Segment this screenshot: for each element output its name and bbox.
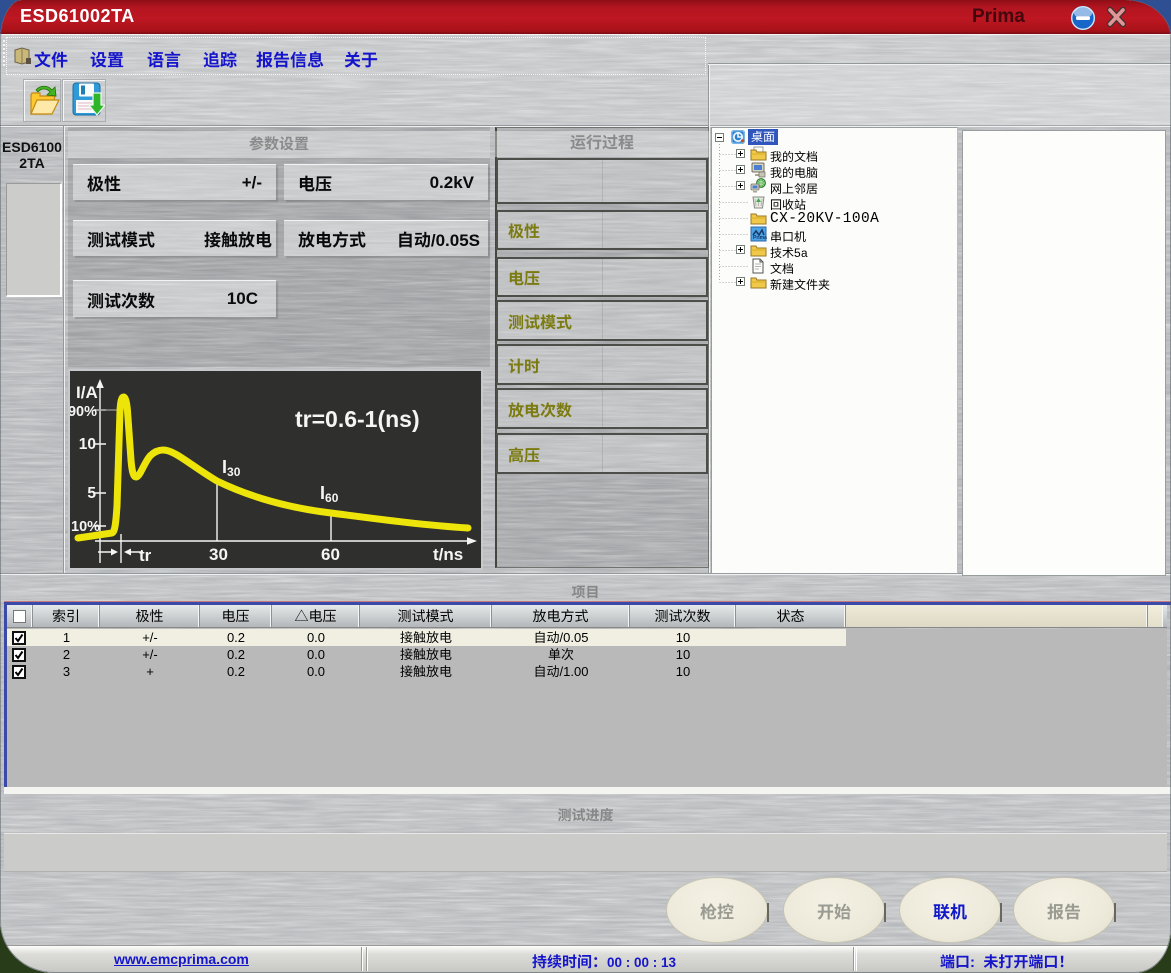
svg-text:I/A: I/A	[76, 383, 98, 402]
svg-text:60: 60	[321, 545, 340, 564]
svg-text:I30: I30	[222, 457, 241, 479]
svg-text:t/ns: t/ns	[433, 545, 463, 564]
svg-text:30: 30	[209, 545, 228, 564]
svg-text:I60: I60	[320, 483, 339, 505]
svg-text:tr=0.6-1(ns): tr=0.6-1(ns)	[295, 406, 420, 432]
svg-text:90%: 90%	[70, 404, 97, 420]
svg-text:tr: tr	[139, 546, 152, 565]
svg-text:5: 5	[87, 485, 96, 502]
svg-text:Prima: Prima	[753, 235, 767, 241]
svg-text:10: 10	[79, 436, 96, 453]
svg-text:10%: 10%	[71, 519, 100, 535]
